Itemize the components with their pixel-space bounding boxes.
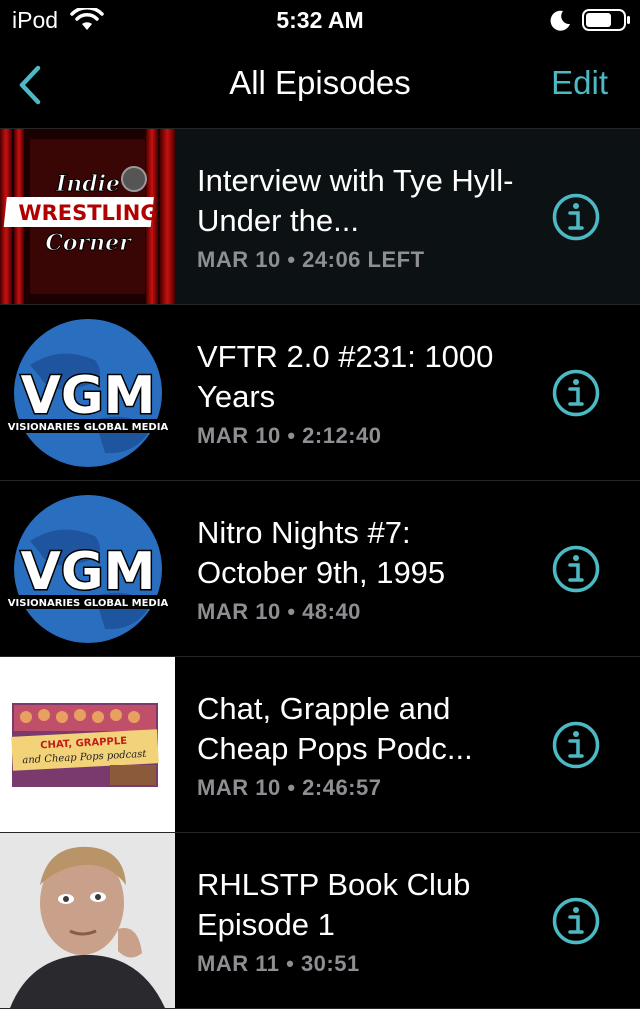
episode-meta: MAR 10 • 48:40 bbox=[197, 599, 361, 625]
episode-title: Chat, Grapple and Cheap Pops Podc... bbox=[197, 691, 473, 766]
episode-row[interactable]: RHLSTP Book Club Episode 1 MAR 11 • 30:5… bbox=[0, 833, 640, 1009]
info-icon[interactable] bbox=[552, 897, 600, 945]
episode-list: Indie WRESTLING Corner Interview with Ty… bbox=[0, 129, 640, 1009]
episode-row[interactable]: Indie WRESTLING Corner Interview with Ty… bbox=[0, 129, 640, 305]
episode-duration: 30:51 bbox=[300, 951, 360, 976]
episode-duration: 2:12:40 bbox=[302, 423, 382, 448]
episode-duration: 24:06 LEFT bbox=[302, 247, 425, 272]
info-icon[interactable] bbox=[552, 369, 600, 417]
meta-separator: • bbox=[287, 247, 296, 272]
episode-title: VFTR 2.0 #231: 1000 Years bbox=[197, 339, 494, 414]
meta-separator: • bbox=[287, 599, 296, 624]
episode-meta: MAR 11 • 30:51 bbox=[197, 951, 360, 977]
art-line3: Corner bbox=[45, 230, 132, 256]
podcast-artwork-indie-wrestling-corner: Indie WRESTLING Corner bbox=[0, 129, 175, 304]
info-icon[interactable] bbox=[552, 721, 600, 769]
art-logo: VGM bbox=[21, 366, 156, 426]
episode-row[interactable]: VGM VISIONARIES GLOBAL MEDIA VFTR 2.0 #2… bbox=[0, 305, 640, 481]
info-icon[interactable] bbox=[552, 545, 600, 593]
episode-date: MAR 11 bbox=[197, 951, 280, 976]
art-caption: VISIONARIES GLOBAL MEDIA bbox=[8, 598, 169, 609]
episode-meta: MAR 10 • 2:46:57 bbox=[197, 775, 381, 801]
episode-duration: 48:40 bbox=[302, 599, 361, 624]
status-time: 5:32 AM bbox=[276, 7, 364, 33]
meta-separator: • bbox=[286, 951, 295, 976]
status-bar: iPod 5:32 AM bbox=[0, 0, 640, 40]
episode-meta: MAR 10 • 24:06 LEFT bbox=[197, 247, 425, 273]
nav-bar: All Episodes Edit bbox=[0, 40, 640, 129]
episode-date: MAR 10 bbox=[197, 247, 281, 272]
episode-meta: MAR 10 • 2:12:40 bbox=[197, 423, 381, 449]
episode-title: RHLSTP Book Club Episode 1 bbox=[197, 867, 471, 942]
art-logo: VGM bbox=[21, 542, 156, 602]
meta-separator: • bbox=[287, 775, 296, 800]
episode-row[interactable]: CHAT, GRAPPLE and Cheap Pops podcast Cha… bbox=[0, 657, 640, 833]
meta-separator: • bbox=[287, 423, 296, 448]
episode-title: Nitro Nights #7: October 9th, 1995 bbox=[197, 515, 446, 590]
art-line1: Indie bbox=[55, 171, 120, 197]
episode-row[interactable]: VGM VISIONARIES GLOBAL MEDIA Nitro Night… bbox=[0, 481, 640, 657]
podcast-artwork-vgm: VGM VISIONARIES GLOBAL MEDIA bbox=[0, 305, 175, 480]
podcast-artwork-chat-grapple: CHAT, GRAPPLE and Cheap Pops podcast bbox=[0, 657, 175, 832]
episode-duration: 2:46:57 bbox=[302, 775, 382, 800]
info-icon[interactable] bbox=[552, 193, 600, 241]
episode-date: MAR 10 bbox=[197, 599, 281, 624]
art-caption: VISIONARIES GLOBAL MEDIA bbox=[8, 422, 169, 433]
battery-icon bbox=[582, 9, 630, 31]
art-line2: WRESTLING bbox=[18, 201, 157, 225]
podcast-artwork-rhlstp bbox=[0, 833, 175, 1008]
edit-button[interactable]: Edit bbox=[551, 64, 608, 102]
moon-icon bbox=[550, 10, 570, 31]
page-title: All Episodes bbox=[229, 64, 411, 101]
episode-date: MAR 10 bbox=[197, 775, 281, 800]
episode-title: Interview with Tye Hyll- Under the... bbox=[197, 163, 514, 238]
episode-date: MAR 10 bbox=[197, 423, 281, 448]
podcast-artwork-vgm: VGM VISIONARIES GLOBAL MEDIA bbox=[0, 481, 175, 656]
